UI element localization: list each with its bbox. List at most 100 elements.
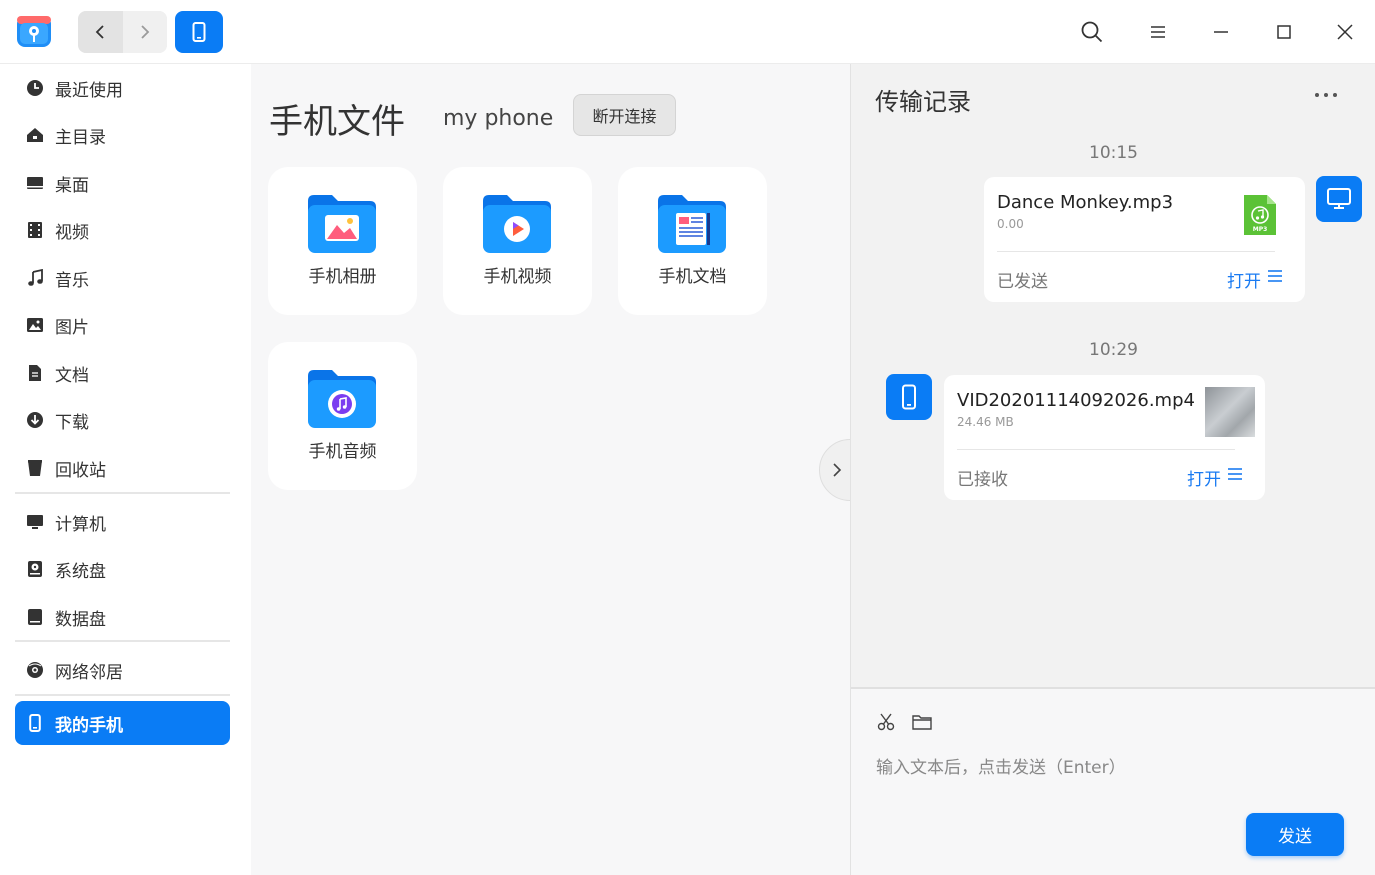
forward-icon — [141, 25, 150, 39]
back-icon — [95, 25, 104, 39]
data-disk-icon — [15, 595, 55, 639]
video-thumbnail — [1205, 387, 1255, 437]
folder-tile-audio[interactable]: 手机音频 — [268, 342, 417, 490]
sidebar-item-label: 主目录 — [55, 127, 106, 148]
sidebar-item-downloads[interactable]: 下载 — [15, 398, 230, 442]
document-folder-icon — [658, 195, 726, 253]
sidebar-item-home[interactable]: 主目录 — [15, 113, 230, 157]
panel-title: 传输记录 — [875, 88, 971, 116]
close-icon — [1337, 24, 1353, 40]
minimize-icon — [1214, 31, 1228, 33]
open-file-button[interactable]: 打开 — [1187, 465, 1221, 490]
maximize-icon — [1277, 25, 1291, 39]
sidebar-item-pictures[interactable]: 图片 — [15, 303, 230, 347]
sidebar-divider — [15, 640, 230, 642]
sidebar-item-my-phone[interactable]: 我的手机 — [15, 701, 230, 745]
file-size: 0.00 — [997, 217, 1024, 231]
sidebar-item-label: 图片 — [55, 317, 89, 338]
send-button[interactable]: 发送 — [1246, 813, 1344, 856]
disconnect-button[interactable]: 断开连接 — [573, 94, 676, 136]
audio-folder-icon — [308, 370, 376, 428]
sidebar: 最近使用 主目录 桌面 视频 音乐 图片 文档 下载 回收站 计算机 系统盘 数… — [0, 64, 251, 875]
sidebar-item-label: 桌面 — [55, 175, 89, 196]
main-content: 手机文件 my phone 断开连接 手机相册 手机视频 手机文档 手机音频 — [251, 64, 881, 875]
home-icon — [15, 113, 55, 157]
document-icon — [15, 351, 55, 395]
transfer-status: 已接收 — [957, 470, 1008, 490]
sidebar-item-data-disk[interactable]: 数据盘 — [15, 595, 230, 639]
sidebar-item-computer[interactable]: 计算机 — [15, 500, 230, 544]
back-button[interactable] — [78, 11, 123, 53]
desktop-icon — [15, 161, 55, 205]
transfer-status: 已发送 — [997, 272, 1048, 292]
folder-label: 手机视频 — [483, 267, 552, 287]
mp3-file-icon: MP3 — [1244, 195, 1276, 235]
sidebar-item-recent[interactable]: 最近使用 — [15, 66, 230, 110]
message-input[interactable]: 输入文本后，点击发送（Enter） — [876, 753, 1126, 778]
sidebar-item-label: 系统盘 — [55, 561, 106, 582]
menu-button[interactable] — [1140, 14, 1176, 50]
phone-tab-button[interactable] — [175, 11, 223, 53]
list-icon[interactable] — [1267, 269, 1283, 283]
folder-label: 手机文档 — [658, 267, 727, 287]
file-name: VID20201114092026.mp4 — [957, 390, 1195, 411]
card-divider — [997, 251, 1275, 252]
system-disk-icon — [15, 547, 55, 591]
transfer-card-received: VID20201114092026.mp4 24.46 MB 已接收 打开 — [944, 375, 1265, 500]
sidebar-item-music[interactable]: 音乐 — [15, 256, 230, 300]
minimize-button[interactable] — [1203, 14, 1239, 50]
sidebar-item-label: 最近使用 — [55, 80, 123, 101]
phone-icon — [15, 701, 55, 745]
folder-icon[interactable] — [912, 713, 932, 731]
transfer-time: 10:15 — [1089, 143, 1138, 163]
sidebar-divider — [15, 694, 230, 696]
network-icon — [15, 648, 55, 692]
search-button[interactable] — [1074, 14, 1110, 50]
sidebar-divider — [15, 492, 230, 494]
menu-icon — [1151, 26, 1165, 38]
sidebar-item-label: 计算机 — [55, 514, 106, 535]
trash-icon — [15, 446, 55, 490]
sidebar-item-desktop[interactable]: 桌面 — [15, 161, 230, 205]
folder-tile-documents[interactable]: 手机文档 — [618, 167, 767, 315]
phone-avatar — [886, 374, 932, 420]
sidebar-item-documents[interactable]: 文档 — [15, 351, 230, 395]
more-icon — [1315, 93, 1337, 97]
transfer-panel: 传输记录 10:15 Dance Monkey.mp3 0.00 MP3 已发送… — [850, 64, 1375, 875]
open-file-button[interactable]: 打开 — [1227, 267, 1261, 292]
folder-tile-videos[interactable]: 手机视频 — [443, 167, 592, 315]
picture-icon — [15, 303, 55, 347]
sidebar-item-label: 回收站 — [55, 460, 106, 481]
maximize-button[interactable] — [1266, 14, 1302, 50]
sidebar-item-label: 我的手机 — [55, 715, 123, 736]
folder-tile-photos[interactable]: 手机相册 — [268, 167, 417, 315]
more-options-button[interactable] — [1315, 90, 1347, 100]
sidebar-item-network[interactable]: 网络邻居 — [15, 648, 230, 692]
download-icon — [15, 398, 55, 442]
sidebar-item-label: 网络邻居 — [55, 662, 123, 683]
sidebar-item-system-disk[interactable]: 系统盘 — [15, 547, 230, 591]
sidebar-item-label: 视频 — [55, 222, 89, 243]
music-icon — [15, 256, 55, 300]
card-divider — [957, 449, 1235, 450]
transfer-card-sent: Dance Monkey.mp3 0.00 MP3 已发送 打开 — [984, 177, 1305, 302]
computer-icon — [1327, 188, 1351, 209]
sidebar-item-label: 音乐 — [55, 270, 89, 291]
folder-label: 手机相册 — [308, 267, 377, 287]
sidebar-item-trash[interactable]: 回收站 — [15, 446, 230, 490]
phone-icon — [192, 22, 206, 42]
close-button[interactable] — [1327, 14, 1363, 50]
file-name: Dance Monkey.mp3 — [997, 192, 1174, 213]
folder-label: 手机音频 — [308, 442, 377, 462]
sidebar-item-video[interactable]: 视频 — [15, 208, 230, 252]
device-name: my phone — [443, 106, 554, 131]
phone-icon — [902, 384, 916, 410]
transfer-time: 10:29 — [1089, 340, 1138, 360]
recent-icon — [15, 66, 55, 110]
list-icon[interactable] — [1227, 467, 1243, 481]
sidebar-item-label: 文档 — [55, 365, 89, 386]
forward-button[interactable] — [122, 11, 167, 53]
page-title: 手机文件 — [269, 102, 405, 142]
scissors-icon[interactable] — [877, 713, 895, 731]
navigation-buttons — [78, 11, 167, 53]
